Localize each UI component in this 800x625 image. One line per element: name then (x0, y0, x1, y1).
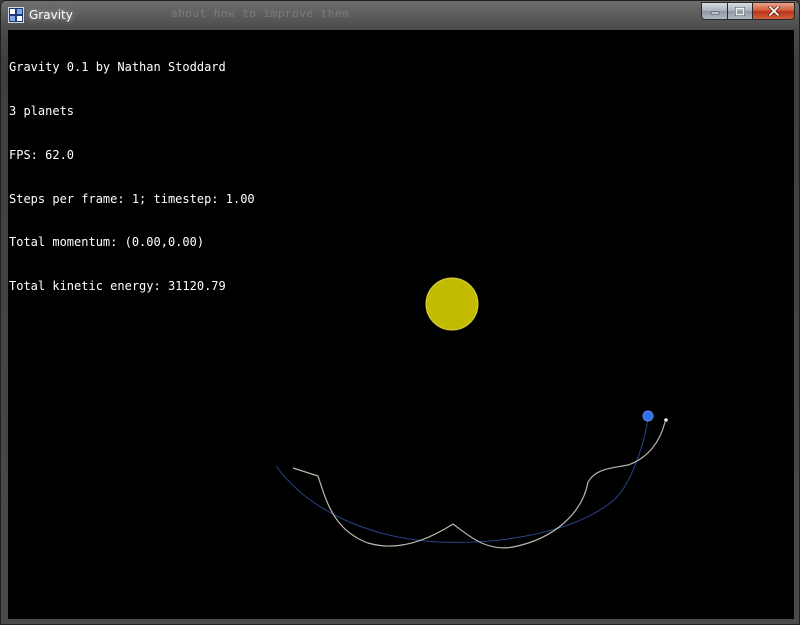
hud-overlay: Gravity 0.1 by Nathan Stoddard 3 planets… (9, 31, 255, 323)
white-planet (664, 418, 668, 422)
white-planet-trail (292, 421, 666, 549)
background-ghost-text: about how to improve them (171, 7, 350, 20)
title-bar[interactable]: Gravity about how to improve them (1, 1, 799, 29)
close-icon (767, 6, 780, 16)
minimize-button[interactable] (701, 2, 727, 20)
minimize-icon (710, 11, 719, 15)
hud-total-momentum: Total momentum: (0.00,0.00) (9, 235, 205, 250)
app-icon (8, 7, 24, 23)
hud-version-line: Gravity 0.1 by Nathan Stoddard (9, 60, 226, 75)
close-button[interactable] (752, 2, 795, 20)
maximize-icon (735, 6, 745, 16)
blue-planet-trail (275, 417, 649, 543)
app-window: Gravity about how to improve them Gravit… (0, 0, 800, 625)
blue-planet (642, 410, 654, 422)
hud-steps-timestep: Steps per frame: 1; timestep: 1.00 (9, 191, 255, 206)
caption-buttons (701, 2, 795, 20)
hud-planet-count: 3 planets (9, 103, 75, 118)
hud-kinetic-energy: Total kinetic energy: 31120.79 (9, 279, 226, 294)
simulation-canvas[interactable]: Gravity 0.1 by Nathan Stoddard 3 planets… (8, 30, 794, 619)
maximize-button[interactable] (727, 2, 752, 20)
window-title: Gravity (29, 8, 73, 22)
sun-planet (425, 277, 479, 331)
hud-fps: FPS: 62.0 (9, 147, 75, 162)
